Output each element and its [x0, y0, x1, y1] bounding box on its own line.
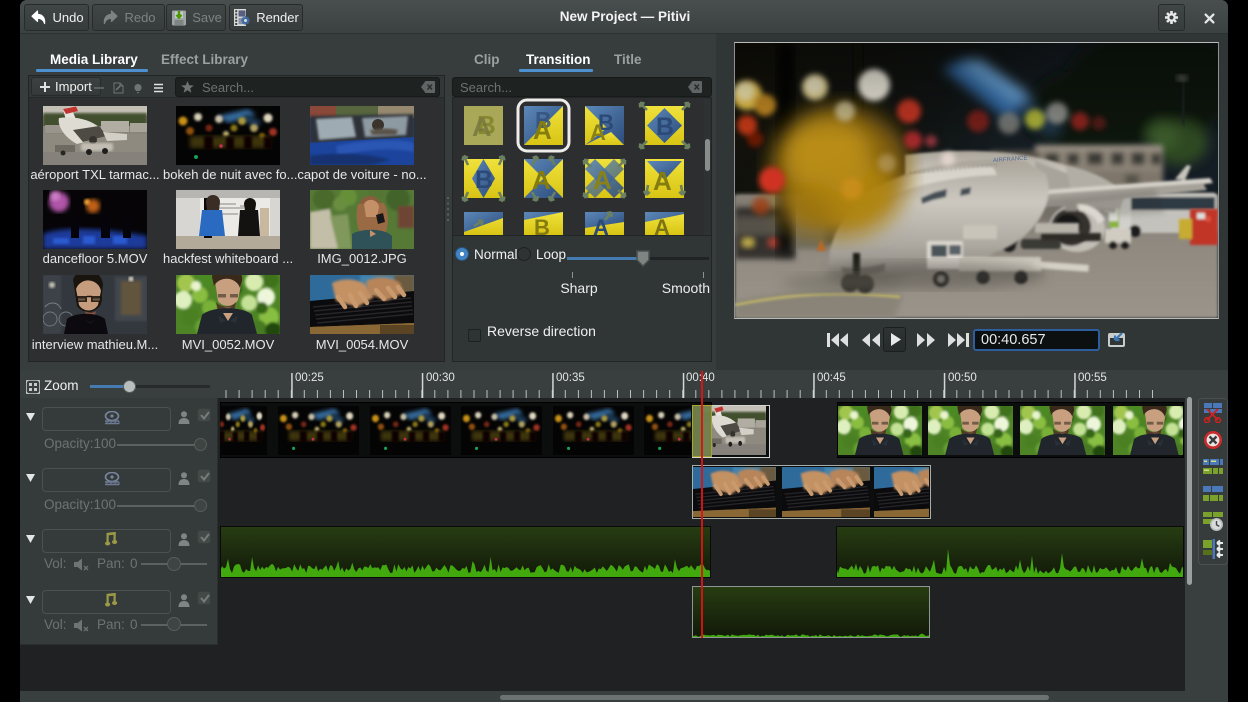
- svg-text:A: A: [532, 165, 551, 195]
- svg-text:B: B: [475, 166, 493, 194]
- svg-text:A: A: [533, 115, 552, 145]
- svg-text:A: A: [654, 215, 670, 235]
- svg-text:A: A: [590, 120, 606, 145]
- svg-text:B: B: [534, 215, 550, 235]
- svg-text:B: B: [656, 113, 674, 141]
- svg-text:A: A: [593, 165, 612, 195]
- svg-text:A: A: [472, 112, 492, 142]
- svg-text:A: A: [653, 166, 672, 196]
